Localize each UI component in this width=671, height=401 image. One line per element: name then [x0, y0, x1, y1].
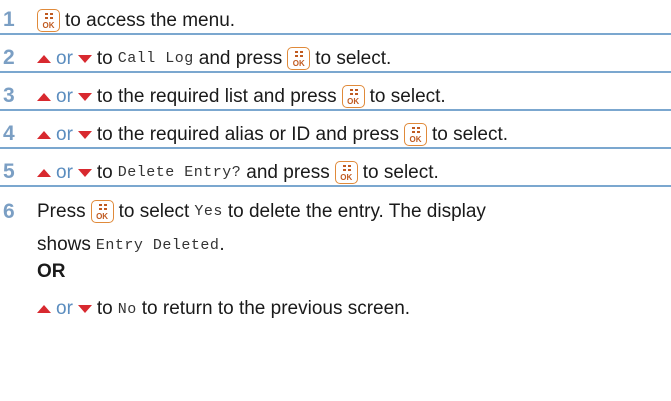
ok-menu-key-icon: OK	[90, 200, 114, 223]
or-text: or	[56, 298, 73, 319]
menu-item-delete-entry: Delete Entry?	[117, 164, 242, 181]
step-1-text: OK to access the menu.	[37, 9, 235, 32]
step-text: to select.	[362, 161, 439, 183]
shows-text: shows	[37, 234, 91, 255]
step-text: to the required alias or ID and press	[96, 123, 399, 145]
ok-menu-key-icon: OK	[334, 161, 358, 184]
step-4: 4 or to the required alias or ID and pre…	[0, 117, 671, 149]
ok-menu-key-icon: OK	[341, 85, 365, 108]
step-number: 2	[3, 46, 15, 69]
or-text: or	[56, 161, 73, 183]
step-1: 1 OK to access the menu.	[0, 3, 671, 35]
step-text: and press	[198, 47, 283, 69]
up-arrow-icon	[37, 305, 51, 313]
step-3: 3 or to the required list and press OK t…	[0, 79, 671, 111]
option-yes: Yes	[194, 203, 223, 220]
menu-item-call-log: Call Log	[117, 50, 194, 67]
select-text: to select	[118, 200, 190, 222]
step-text: to return to the previous screen.	[141, 298, 411, 319]
step-5: 5 or to Delete Entry? and press OK to se…	[0, 155, 671, 187]
step-number: 4	[3, 122, 15, 145]
down-arrow-icon	[77, 168, 92, 177]
or-label: OR	[37, 261, 66, 283]
ok-menu-key-icon: OK	[403, 123, 427, 146]
or-label-text: OR	[37, 261, 66, 282]
display-entry-deleted: Entry Deleted	[95, 236, 220, 254]
step-number: 3	[3, 84, 15, 107]
up-arrow-icon	[37, 54, 51, 63]
up-arrow-icon	[37, 92, 51, 101]
step-number: 6	[3, 200, 15, 223]
or-text: or	[56, 123, 73, 145]
up-arrow-icon	[37, 130, 51, 139]
step-2: 2 or to Call Log and press OK to select.	[0, 41, 671, 73]
step-text: to access the menu.	[65, 9, 236, 31]
step-number: 5	[3, 160, 15, 183]
to-text: to	[96, 298, 113, 319]
down-arrow-icon	[77, 305, 92, 313]
down-arrow-icon	[77, 92, 92, 101]
step-4-text: or to the required alias or ID and press…	[37, 123, 508, 146]
step-text: to select.	[315, 47, 392, 69]
up-arrow-icon	[37, 168, 51, 177]
step-text: to select.	[431, 123, 509, 145]
option-no: No	[117, 300, 137, 318]
press-text: Press	[37, 200, 86, 222]
ok-menu-key-icon: OK	[37, 9, 60, 32]
step-3-text: or to the required list and press OK to …	[37, 85, 446, 108]
to-text: to	[96, 161, 113, 183]
step-6-line-2: shows Entry Deleted .	[37, 234, 225, 256]
down-arrow-icon	[77, 54, 92, 63]
step-number: 1	[3, 8, 15, 31]
ok-menu-key-icon: OK	[287, 47, 311, 70]
down-arrow-icon	[77, 130, 92, 139]
or-text: or	[56, 47, 73, 69]
step-text: and press	[246, 161, 330, 183]
step-text: to delete the entry. The display	[227, 200, 486, 222]
period-text: .	[219, 234, 225, 255]
step-6-line-4: or to No to return to the previous scree…	[37, 298, 410, 320]
or-text: or	[56, 85, 73, 107]
step-6-line-1: Press OK to select Yes to delete the ent…	[37, 200, 486, 223]
step-2-text: or to Call Log and press OK to select.	[37, 47, 391, 70]
step-text: to the required list and press	[96, 85, 337, 107]
to-text: to	[96, 47, 113, 69]
step-5-text: or to Delete Entry? and press OK to sele…	[37, 161, 439, 184]
step-text: to select.	[369, 85, 446, 107]
